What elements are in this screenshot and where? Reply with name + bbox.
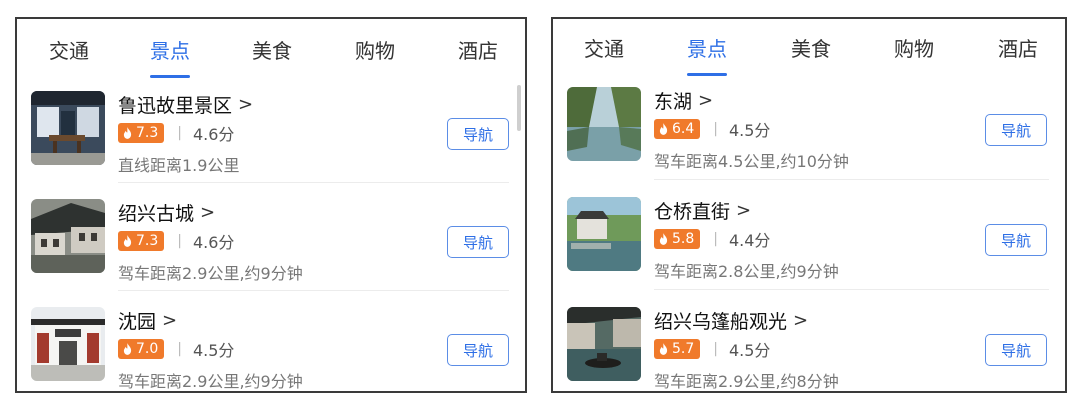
score: 4.5分 [192, 341, 235, 360]
garden-gate-photo [31, 307, 105, 381]
list-item[interactable]: 东湖 > 6.4 | 4.5分 驾车距离4.5公里,约10分钟 导航 [553, 77, 1065, 185]
navigate-button[interactable]: 导航 [985, 334, 1047, 366]
flame-icon [659, 233, 668, 245]
tab-shopping[interactable]: 购物 [355, 35, 395, 64]
boat-tour-photo [567, 307, 641, 381]
attractions-panel-left: 交通 景点 美食 购物 酒店 鲁迅故里景区 > 7.3 | 4.6分 直线距离1… [15, 17, 527, 393]
attraction-name-link[interactable]: 绍兴古城 > [118, 199, 215, 226]
tab-hotels[interactable]: 酒店 [458, 35, 498, 64]
heat-badge: 6.4 [654, 119, 701, 139]
list-item[interactable]: 仓桥直街 > 5.8 | 4.4分 驾车距离2.8公里,约9分钟 导航 [553, 187, 1065, 295]
list-item[interactable]: 沈园 > 7.0 | 4.5分 驾车距离2.9公里,约9分钟 导航 [17, 297, 525, 391]
active-tab-indicator [687, 73, 727, 76]
distance-text: 驾车距离2.8公里,约9分钟 [654, 262, 839, 281]
courtyard-photo [31, 91, 105, 165]
divider [654, 289, 1049, 290]
list-item[interactable]: 绍兴古城 > 7.3 | 4.6分 驾车距离2.9公里,约9分钟 导航 [17, 189, 525, 297]
score: 4.5分 [728, 121, 771, 140]
tab-attractions[interactable]: 景点 [687, 33, 727, 62]
attraction-name-link[interactable]: 绍兴乌篷船观光 > [654, 307, 808, 334]
divider [118, 290, 509, 291]
attraction-name-link[interactable]: 东湖 > [654, 87, 713, 114]
heat-badge: 5.7 [654, 339, 701, 359]
category-tabs: 交通 景点 美食 购物 酒店 [553, 19, 1065, 79]
rating-row: 7.3 | 4.6分 [118, 122, 234, 144]
tab-hotels[interactable]: 酒店 [998, 33, 1038, 62]
score: 4.6分 [192, 233, 235, 252]
attraction-name-link[interactable]: 鲁迅故里景区 > [118, 91, 253, 118]
separator: | [177, 125, 182, 141]
distance-text: 驾车距离2.9公里,约9分钟 [118, 372, 303, 391]
rating-row: 5.7 | 4.5分 [654, 338, 770, 360]
heat-badge: 7.3 [118, 123, 165, 143]
distance-text: 驾车距离2.9公里,约9分钟 [118, 264, 303, 283]
lake-photo [567, 87, 641, 161]
distance-text: 驾车距离2.9公里,约8分钟 [654, 372, 839, 391]
attractions-panel-right: 交通 景点 美食 购物 酒店 东湖 > 6.4 | 4.5分 驾车距离4.5公里… [551, 17, 1067, 393]
navigate-button[interactable]: 导航 [985, 224, 1047, 256]
divider [654, 179, 1049, 180]
divider [118, 182, 509, 183]
score: 4.5分 [728, 341, 771, 360]
distance-text: 直线距离1.9公里 [118, 156, 240, 175]
chevron-right-icon: > [698, 90, 714, 111]
tab-food[interactable]: 美食 [791, 33, 831, 62]
chevron-right-icon: > [162, 310, 178, 331]
separator: | [713, 231, 718, 247]
separator: | [713, 121, 718, 137]
attraction-name-link[interactable]: 沈园 > [118, 307, 177, 334]
chevron-right-icon: > [200, 202, 216, 223]
chevron-right-icon: > [793, 310, 809, 331]
separator: | [713, 341, 718, 357]
navigate-button[interactable]: 导航 [985, 114, 1047, 146]
score: 4.4分 [728, 231, 771, 250]
list-item[interactable]: 鲁迅故里景区 > 7.3 | 4.6分 直线距离1.9公里 导航 [17, 81, 525, 189]
list-item[interactable]: 绍兴乌篷船观光 > 5.7 | 4.5分 驾车距离2.9公里,约8分钟 导航 [553, 297, 1065, 391]
tab-transport[interactable]: 交通 [584, 33, 624, 62]
navigate-button[interactable]: 导航 [447, 226, 509, 258]
heat-badge: 7.0 [118, 339, 165, 359]
attraction-list[interactable]: 鲁迅故里景区 > 7.3 | 4.6分 直线距离1.9公里 导航 绍兴古城 > … [17, 81, 525, 391]
navigate-button[interactable]: 导航 [447, 118, 509, 150]
category-tabs: 交通 景点 美食 购物 酒店 [17, 19, 525, 81]
flame-icon [123, 343, 132, 355]
score: 4.6分 [192, 125, 235, 144]
rating-row: 7.0 | 4.5分 [118, 338, 234, 360]
tab-attractions[interactable]: 景点 [150, 35, 190, 64]
separator: | [177, 233, 182, 249]
tab-transport[interactable]: 交通 [49, 35, 89, 64]
flame-icon [659, 123, 668, 135]
attraction-name-link[interactable]: 仓桥直街 > [654, 197, 751, 224]
active-tab-indicator [150, 75, 190, 78]
tab-food[interactable]: 美食 [252, 35, 292, 64]
canal-street-photo [567, 197, 641, 271]
heat-badge: 7.3 [118, 231, 165, 251]
rating-row: 7.3 | 4.6分 [118, 230, 234, 252]
heat-badge: 5.8 [654, 229, 701, 249]
flame-icon [659, 343, 668, 355]
navigate-button[interactable]: 导航 [447, 334, 509, 366]
chevron-right-icon: > [736, 200, 752, 221]
rating-row: 5.8 | 4.4分 [654, 228, 770, 250]
rating-row: 6.4 | 4.5分 [654, 118, 770, 140]
ancient-city-photo [31, 199, 105, 273]
distance-text: 驾车距离4.5公里,约10分钟 [654, 152, 849, 171]
scrollbar[interactable] [517, 85, 521, 131]
flame-icon [123, 235, 132, 247]
separator: | [177, 341, 182, 357]
tab-shopping[interactable]: 购物 [894, 33, 934, 62]
flame-icon [123, 127, 132, 139]
attraction-list[interactable]: 东湖 > 6.4 | 4.5分 驾车距离4.5公里,约10分钟 导航 仓桥直街 … [553, 77, 1065, 391]
chevron-right-icon: > [238, 94, 254, 115]
